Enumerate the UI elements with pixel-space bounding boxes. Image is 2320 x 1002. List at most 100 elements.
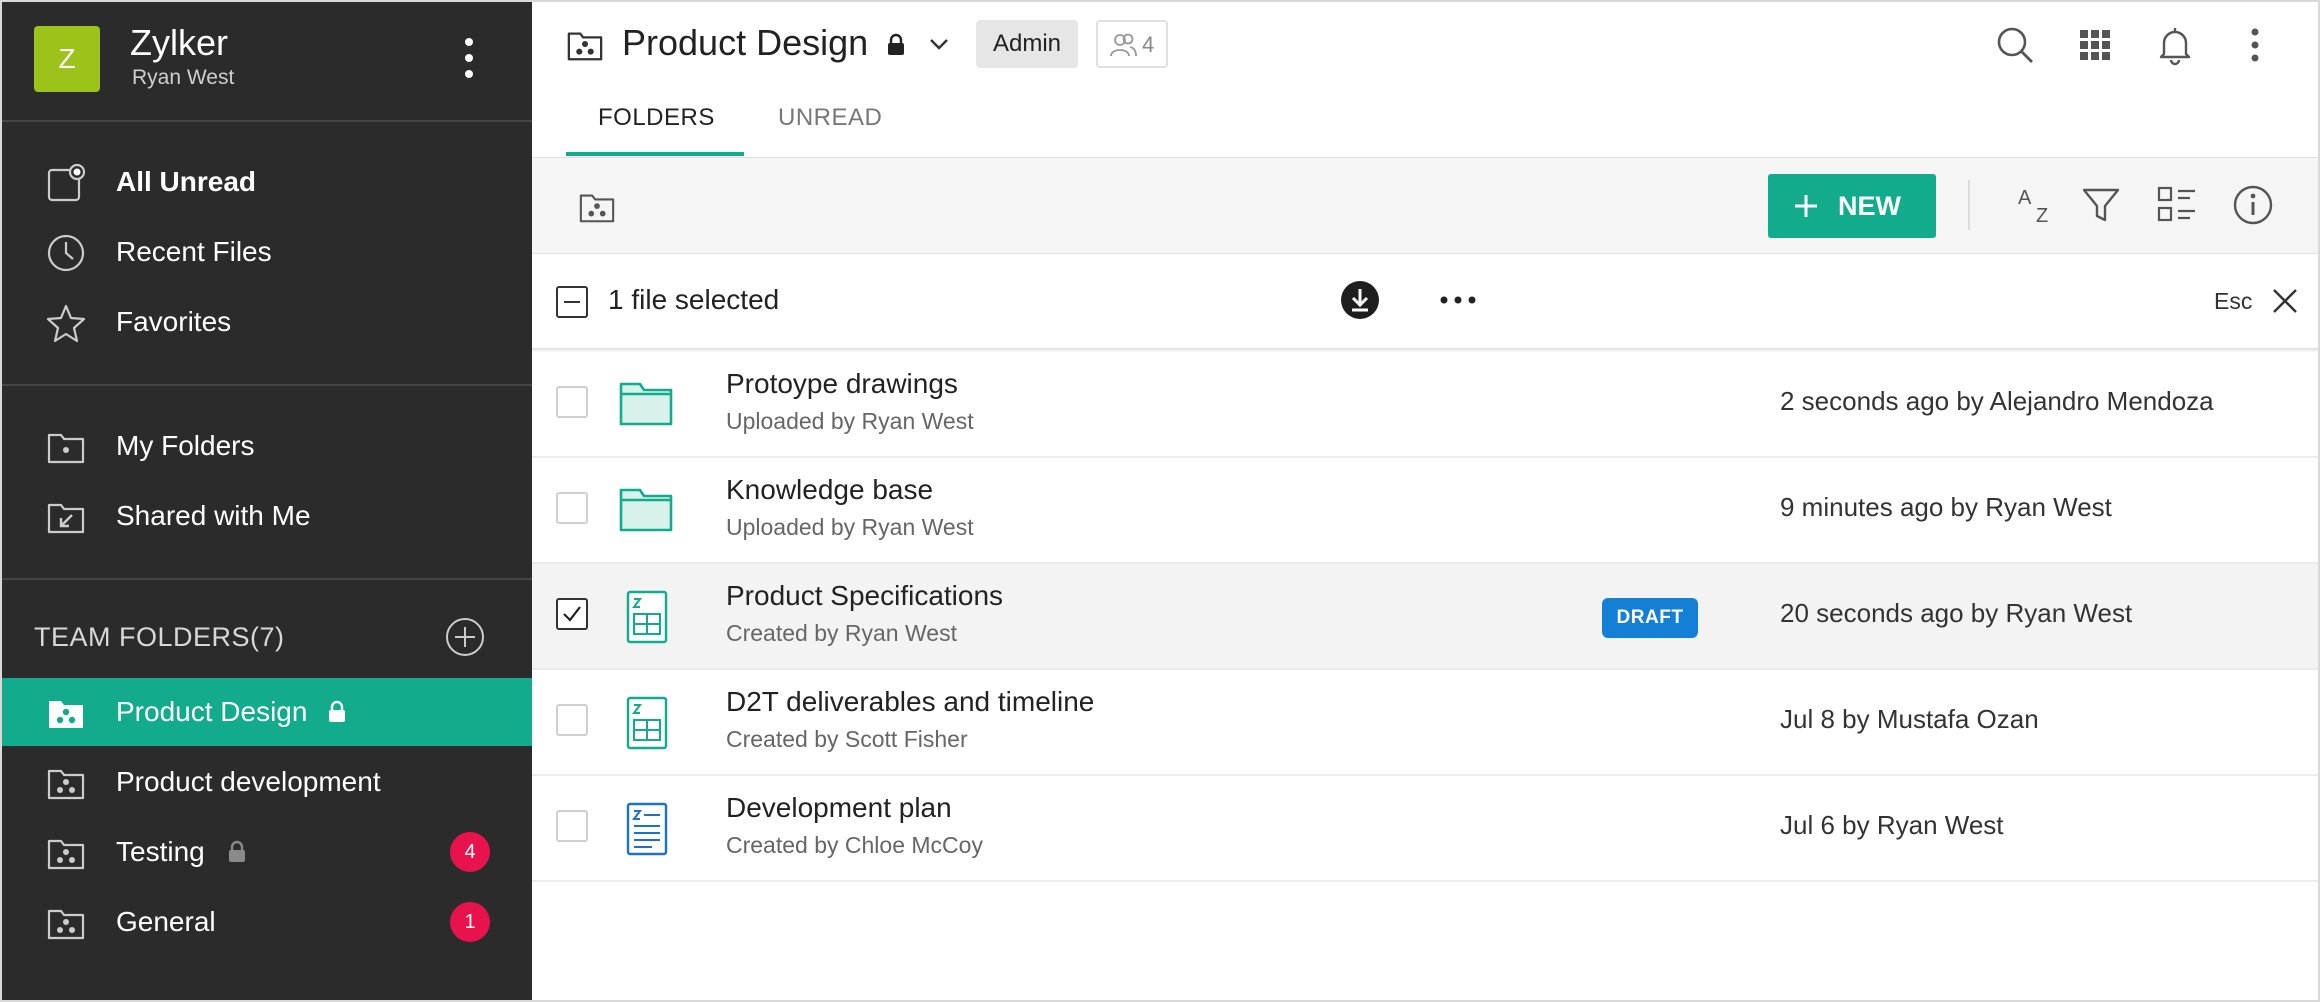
file-name[interactable]: Knowledge base [726,474,933,506]
sidebar-item-product-design[interactable]: Product Design [2,678,532,746]
sidebar-item-favorites[interactable]: Favorites [2,288,532,356]
file-name[interactable]: Product Specifications [726,580,1003,612]
clock-icon [46,233,86,273]
star-icon [46,303,86,343]
file-name[interactable]: D2T deliverables and timeline [726,686,1094,718]
role-badge: Admin [976,20,1078,68]
sidebar-item-label: Recent Files [116,236,272,267]
new-button[interactable]: NEW [1768,174,1936,238]
file-row[interactable]: Knowledge base Uploaded by Ryan West 9 m… [532,458,2318,564]
row-checkbox[interactable] [556,492,588,524]
team-folder-icon[interactable] [578,188,616,226]
list-view-icon[interactable] [2156,184,2198,226]
file-row[interactable]: Product Specifications Created by Ryan W… [532,564,2318,670]
document-icon [618,802,674,856]
toolbar: NEW AZ [532,158,2318,254]
sidebar-divider [2,120,532,122]
download-icon[interactable] [1340,280,1380,320]
tab-unread[interactable]: UNREAD [778,104,882,132]
org-name: Zylker [130,22,228,63]
file-name[interactable]: Development plan [726,792,952,824]
file-owner: Created by Chloe McCoy [726,832,983,858]
sidebar-divider [2,384,532,386]
checkmark-icon [563,606,581,622]
more-vertical-icon[interactable] [454,32,484,82]
sidebar-divider [2,578,532,580]
sidebar-item-general[interactable]: General 1 [2,888,532,956]
sidebar-item-label: Testing [116,836,205,867]
esc-hint: Esc [2214,288,2253,314]
file-owner: Created by Ryan West [726,620,957,646]
sidebar-item-label: Shared with Me [116,500,311,531]
sidebar-item-label: Favorites [116,306,232,337]
file-row[interactable]: D2T deliverables and timeline Created by… [532,670,2318,776]
row-checkbox[interactable] [556,704,588,736]
svg-text:Z: Z [2036,205,2048,226]
selection-bar: 1 file selected Esc [532,254,2318,350]
plus-icon [1794,194,1818,218]
bell-icon[interactable] [2154,24,2196,66]
file-row[interactable]: Protoype drawings Uploaded by Ryan West … [532,352,2318,458]
team-folder-icon [46,833,86,873]
unread-icon [46,163,86,203]
file-owner: Uploaded by Ryan West [726,408,974,434]
sidebar-item-label: My Folders [116,430,255,461]
file-modified: Jul 6 by Ryan West [1780,810,2004,840]
sidebar-item-label: General [116,906,216,937]
sidebar: Z Zylker Ryan West All Unread Recent Fil… [2,2,532,1000]
file-modified: 9 minutes ago by Ryan West [1780,492,2112,522]
shared-folder-icon [46,497,86,537]
svg-text:A: A [2018,187,2032,209]
row-checkbox[interactable] [556,598,588,630]
close-icon[interactable] [2272,288,2298,314]
lock-icon [226,840,248,864]
spreadsheet-icon [618,696,674,750]
my-folder-icon [46,427,86,467]
file-modified: 20 seconds ago by Ryan West [1780,598,2133,628]
chevron-down-icon[interactable] [928,36,950,52]
search-icon[interactable] [1994,24,2036,66]
row-checkbox[interactable] [556,386,588,418]
info-icon[interactable] [2232,184,2274,226]
folder-icon [618,378,674,432]
deselect-all-checkbox[interactable] [556,286,588,318]
sidebar-item-testing[interactable]: Testing 4 [2,818,532,886]
file-modified: 2 seconds ago by Alejandro Mendoza [1780,386,2214,416]
team-folder-icon [566,26,604,64]
sidebar-item-label: All Unread [116,166,257,197]
unread-count-badge: 1 [450,902,490,942]
sidebar-item-all-unread[interactable]: All Unread [2,148,532,216]
apps-grid-icon[interactable] [2074,24,2116,66]
sidebar-item-shared-with-me[interactable]: Shared with Me [2,482,532,550]
more-horizontal-icon[interactable] [1436,280,1480,320]
team-folders-heading: TEAM FOLDERS(7) [34,622,285,652]
team-folder-icon [46,903,86,943]
org-logo[interactable]: Z [34,26,100,92]
sort-az-icon[interactable]: AZ [2016,184,2058,227]
sidebar-item-product-development[interactable]: Product development [2,748,532,816]
add-team-folder-icon[interactable] [444,616,486,658]
filter-icon[interactable] [2080,184,2122,226]
sidebar-item-label: Product development [116,766,381,797]
unread-count-badge: 4 [450,832,490,872]
members-button[interactable]: 4 [1096,20,1168,68]
app-window: Z Zylker Ryan West All Unread Recent Fil… [0,0,2320,1002]
member-count: 4 [1142,32,1155,57]
file-owner: Created by Scott Fisher [726,726,968,752]
file-name[interactable]: Protoype drawings [726,368,958,400]
file-owner: Uploaded by Ryan West [726,514,974,540]
sidebar-item-recent-files[interactable]: Recent Files [2,218,532,286]
lock-icon [886,33,906,57]
file-row[interactable]: Development plan Created by Chloe McCoy … [532,776,2318,882]
row-checkbox[interactable] [556,810,588,842]
sidebar-item-label: Product Design [116,696,308,727]
team-folder-icon [46,693,86,733]
header: Product Design Admin 4 FOLDERS UNREAD [532,2,2318,158]
tab-folders[interactable]: FOLDERS [598,104,715,132]
selection-count: 1 file selected [608,284,780,315]
sidebar-item-my-folders[interactable]: My Folders [2,412,532,480]
folder-icon [618,484,674,538]
draft-badge: DRAFT [1602,598,1698,638]
active-tab-indicator [566,152,744,156]
more-vertical-icon[interactable] [2234,24,2276,66]
